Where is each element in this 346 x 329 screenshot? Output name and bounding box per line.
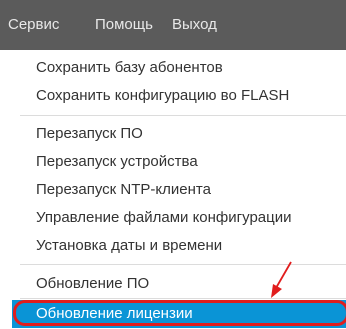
- menu-item-config-file-manager[interactable]: Управление файлами конфигурации: [12, 204, 346, 232]
- menu-item-restart-software[interactable]: Перезапуск ПО: [12, 120, 346, 148]
- menu-service[interactable]: Сервис: [8, 0, 59, 50]
- menu-item-license-update[interactable]: Обновление лицензии: [12, 300, 346, 328]
- menu-help[interactable]: Помощь: [95, 0, 153, 50]
- menu-divider: [20, 264, 346, 265]
- menu-item-save-config-flash[interactable]: Сохранить конфигурацию во FLASH: [12, 82, 346, 110]
- menu-item-save-subscriber-db[interactable]: Сохранить базу абонентов: [12, 54, 346, 82]
- menu-item-restart-ntp-client[interactable]: Перезапуск NTP-клиента: [12, 176, 346, 204]
- menu-exit[interactable]: Выход: [172, 0, 217, 50]
- service-dropdown-menu: Сохранить базу абонентов Сохранить конфи…: [12, 50, 346, 329]
- menu-item-restart-device[interactable]: Перезапуск устройства: [12, 148, 346, 176]
- menu-item-set-date-time[interactable]: Установка даты и времени: [12, 232, 346, 260]
- menu-bar: Сервис Помощь Выход: [0, 0, 346, 50]
- menu-divider: [20, 115, 346, 116]
- menu-divider: [20, 298, 346, 299]
- menu-item-software-update[interactable]: Обновление ПО: [12, 270, 346, 298]
